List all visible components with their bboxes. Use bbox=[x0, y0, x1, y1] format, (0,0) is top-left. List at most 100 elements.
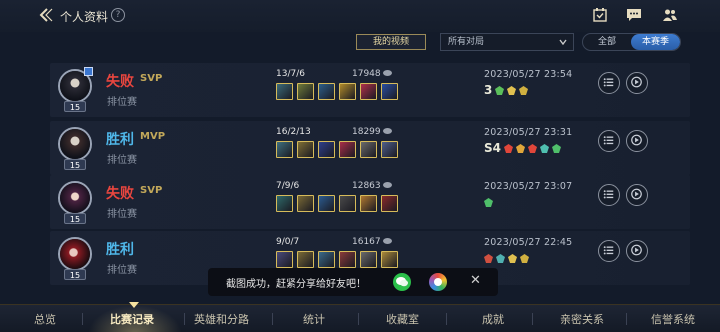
match-result: 胜利 bbox=[106, 242, 134, 258]
play-icon bbox=[631, 244, 642, 256]
nav-stats[interactable]: 统计 bbox=[303, 311, 325, 327]
calendar-check-icon[interactable] bbox=[592, 8, 608, 22]
item-icon bbox=[381, 251, 398, 268]
nav-separator bbox=[532, 313, 533, 325]
nav-match-history[interactable]: 比赛记录 bbox=[110, 311, 154, 327]
item-icon bbox=[381, 195, 398, 212]
coin-icon bbox=[382, 128, 392, 134]
item-icon bbox=[360, 251, 377, 268]
kda: 13/7/6 bbox=[276, 69, 305, 79]
honor-icon bbox=[508, 253, 517, 263]
chevron-down-icon bbox=[559, 39, 567, 45]
details-button[interactable] bbox=[598, 130, 620, 152]
my-videos-button[interactable]: 我的视频 bbox=[356, 34, 426, 50]
performance-badge: MVP bbox=[140, 131, 166, 142]
friends-icon[interactable] bbox=[662, 8, 678, 22]
item-icon bbox=[318, 195, 335, 212]
item-icon bbox=[339, 83, 356, 100]
honor-icon bbox=[552, 143, 561, 153]
nav-separator bbox=[358, 313, 359, 325]
nav-separator bbox=[626, 313, 627, 325]
season-all-option[interactable]: 全部 bbox=[583, 34, 631, 50]
help-icon[interactable]: ? bbox=[111, 8, 125, 22]
details-button[interactable] bbox=[598, 72, 620, 94]
gold-value: 12863 bbox=[352, 181, 381, 191]
game-mode: 排位赛 bbox=[107, 209, 137, 220]
hero-level: 15 bbox=[64, 159, 86, 170]
bottom-nav: 总览 比赛记录 英雄和分路 统计 收藏室 成就 亲密关系 信誉系统 bbox=[0, 302, 720, 332]
honors bbox=[484, 251, 529, 265]
kda: 9/0/7 bbox=[276, 237, 300, 247]
hero-avatar[interactable] bbox=[58, 127, 92, 161]
replay-button[interactable] bbox=[626, 130, 648, 152]
nav-heroes-lanes[interactable]: 英雄和分路 bbox=[194, 311, 249, 327]
match-result: 失败 bbox=[106, 74, 134, 90]
nav-credit-system[interactable]: 信誉系统 bbox=[651, 311, 695, 327]
match-row[interactable]: 15 失败 SVP 排位赛 13/7/6 17948 2023/05/27 23… bbox=[50, 63, 690, 117]
filter-bar: 我的视频 所有对局 全部 本赛季 bbox=[0, 32, 720, 54]
match-row[interactable]: 15 失败 SVP 排位赛 7/9/6 12863 2023/05/27 23:… bbox=[50, 175, 690, 229]
details-button[interactable] bbox=[598, 240, 620, 262]
performance-badge: SVP bbox=[140, 73, 163, 84]
kda: 16/2/13 bbox=[276, 127, 311, 137]
honor-icon bbox=[496, 253, 505, 263]
nav-overview[interactable]: 总览 bbox=[34, 311, 56, 327]
honor-icon bbox=[484, 253, 493, 263]
item-icon bbox=[297, 141, 314, 158]
hero-portrait bbox=[60, 129, 90, 159]
nav-separator bbox=[184, 313, 185, 325]
match-result: 胜利 bbox=[106, 132, 134, 148]
nav-relationships[interactable]: 亲密关系 bbox=[560, 311, 604, 327]
honors: S4 bbox=[484, 141, 561, 155]
item-icon bbox=[381, 83, 398, 100]
match-row[interactable]: 15 胜利 MVP 排位赛 16/2/13 18299 2023/05/27 2… bbox=[50, 121, 690, 175]
gold-value: 16167 bbox=[352, 237, 381, 247]
item-icon bbox=[276, 195, 293, 212]
hero-level: 15 bbox=[64, 269, 86, 280]
nav-collection[interactable]: 收藏室 bbox=[386, 311, 419, 327]
replay-button[interactable] bbox=[626, 72, 648, 94]
play-icon bbox=[631, 76, 642, 88]
performance-badge: SVP bbox=[140, 185, 163, 196]
hero-avatar[interactable] bbox=[58, 237, 92, 271]
wechat-icon[interactable] bbox=[393, 273, 411, 291]
details-button[interactable] bbox=[598, 184, 620, 206]
match-date: 2023/05/27 23:54 bbox=[484, 69, 573, 80]
item-icon bbox=[339, 251, 356, 268]
honor-icon bbox=[484, 197, 493, 207]
replay-button[interactable] bbox=[626, 240, 648, 262]
match-type-select[interactable]: 所有对局 bbox=[440, 33, 574, 51]
rank-badge-icon bbox=[84, 67, 93, 76]
item-icon bbox=[339, 195, 356, 212]
nav-separator bbox=[272, 313, 273, 325]
moments-icon[interactable] bbox=[429, 273, 447, 291]
close-icon[interactable]: ✕ bbox=[470, 273, 481, 288]
game-mode: 排位赛 bbox=[107, 265, 137, 276]
honors: 3 bbox=[484, 83, 529, 97]
item-icon bbox=[276, 141, 293, 158]
replay-button[interactable] bbox=[626, 184, 648, 206]
match-result: 失败 bbox=[106, 186, 134, 202]
play-icon bbox=[631, 134, 642, 146]
match-type-value: 所有对局 bbox=[448, 37, 485, 47]
item-build bbox=[276, 251, 398, 269]
hero-avatar[interactable] bbox=[58, 181, 92, 215]
item-icon bbox=[318, 83, 335, 100]
item-icon bbox=[360, 83, 377, 100]
list-icon bbox=[603, 190, 614, 199]
honors bbox=[484, 195, 493, 209]
nav-achievements[interactable]: 成就 bbox=[482, 311, 504, 327]
season-toggle: 全部 本赛季 bbox=[582, 33, 681, 51]
honor-icon bbox=[540, 143, 549, 153]
nav-separator bbox=[82, 313, 83, 325]
hero-level: 15 bbox=[64, 101, 86, 112]
back-arrow-icon[interactable] bbox=[38, 8, 54, 22]
nav-separator bbox=[446, 313, 447, 325]
hero-portrait bbox=[60, 239, 90, 269]
chat-icon[interactable] bbox=[626, 8, 642, 22]
list-icon bbox=[603, 78, 614, 87]
honor-icon bbox=[520, 253, 529, 263]
honor-text: S4 bbox=[484, 141, 501, 155]
season-current-option[interactable]: 本赛季 bbox=[631, 34, 680, 50]
item-icon bbox=[297, 195, 314, 212]
